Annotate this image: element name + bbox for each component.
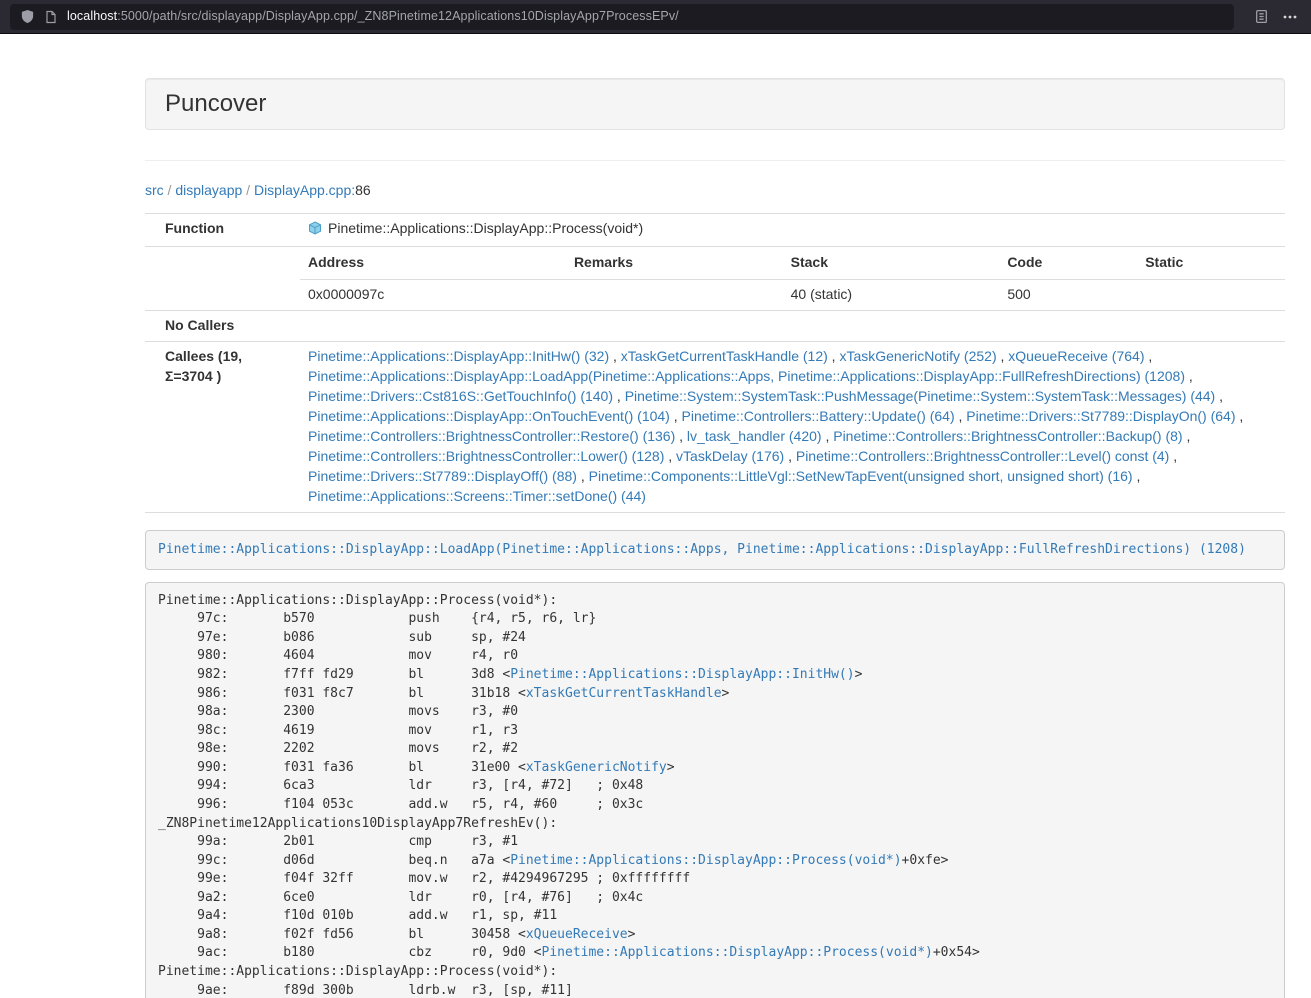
assembly-symbol-link[interactable]: Pinetime::Applications::DisplayApp::Proc… [510, 853, 901, 868]
page-icon [44, 10, 58, 24]
callee-separator: , [1215, 388, 1223, 404]
url-host: localhost [67, 9, 117, 23]
assembly-symbol-link[interactable]: Pinetime::Applications::DisplayApp::Proc… [542, 945, 933, 960]
symbol-value-address: 0x0000097c [300, 279, 566, 309]
callee-separator: , [670, 408, 682, 424]
callee-link[interactable]: Pinetime::Controllers::BrightnessControl… [308, 448, 664, 464]
url-path: :5000/path/src/displayapp/DisplayApp.cpp… [117, 9, 679, 23]
callee-separator: , [613, 388, 625, 404]
function-row-label: Function [145, 213, 300, 246]
callee-link[interactable]: Pinetime::Drivers::St7789::DisplayOn() (… [966, 408, 1235, 424]
callees-cell: Pinetime::Applications::DisplayApp::Init… [300, 341, 1285, 512]
callee-link[interactable]: Pinetime::Applications::Screens::Timer::… [308, 488, 646, 504]
app-title: Puncover [165, 90, 266, 117]
callee-separator: , [1144, 348, 1152, 364]
column-header-stack: Stack [783, 247, 1000, 279]
callee-separator: , [1236, 408, 1244, 424]
tracking-shield-icon[interactable] [20, 9, 35, 24]
column-header-remarks: Remarks [566, 247, 783, 279]
app-title-panel: Puncover [145, 78, 1285, 130]
symbol-stats-label [145, 246, 300, 310]
symbol-columns-row: AddressRemarksStackCodeStatic [300, 247, 1285, 279]
assembly-code: Pinetime::Applications::DisplayApp::Proc… [145, 582, 1285, 998]
function-type-icon [308, 221, 322, 241]
symbol-stats-row: AddressRemarksStackCodeStatic 0x0000097c… [145, 246, 1285, 310]
callee-separator: , [1169, 448, 1177, 464]
callee-link[interactable]: xTaskGetCurrentTaskHandle (12) [621, 348, 828, 364]
callee-link[interactable]: lv_task_handler (420) [687, 428, 822, 444]
callee-separator: , [1133, 468, 1141, 484]
breadcrumb-link[interactable]: displayapp [175, 182, 242, 198]
symbol-value-static [1137, 279, 1285, 309]
function-row: Function Pinetime::Applications::Display… [145, 213, 1285, 246]
breadcrumb-link[interactable]: DisplayApp.cpp: [254, 182, 355, 198]
breadcrumb-line-number: 86 [355, 182, 371, 198]
highlighted-symbol-box: Pinetime::Applications::DisplayApp::Load… [145, 530, 1285, 570]
assembly-symbol-link[interactable]: xQueueReceive [526, 927, 628, 942]
callee-link[interactable]: Pinetime::Components::LittleVgl::SetNewT… [589, 468, 1133, 484]
no-callers-label: No Callers [145, 310, 300, 341]
callee-separator: , [1183, 428, 1191, 444]
breadcrumb-separator: / [242, 182, 254, 198]
callers-row: No Callers [145, 310, 1285, 341]
assembly-symbol-link[interactable]: Pinetime::Applications::DisplayApp::Init… [510, 667, 854, 682]
callee-separator: , [828, 348, 840, 364]
symbol-stats-table: AddressRemarksStackCodeStatic 0x0000097c… [300, 247, 1285, 310]
symbol-values-row: 0x0000097c 40 (static)500 [300, 279, 1285, 309]
callees-list: Pinetime::Applications::DisplayApp::Init… [308, 347, 1277, 507]
callers-cell [300, 310, 1285, 341]
callee-separator: , [577, 468, 589, 484]
browser-toolbar: localhost:5000/path/src/displayapp/Displ… [0, 0, 1311, 34]
callee-link[interactable]: xTaskGenericNotify (252) [839, 348, 996, 364]
callee-link[interactable]: vTaskDelay (176) [676, 448, 784, 464]
callee-link[interactable]: Pinetime::Applications::DisplayApp::Load… [308, 368, 1185, 384]
callee-separator: , [609, 348, 621, 364]
symbol-stats-cell: AddressRemarksStackCodeStatic 0x0000097c… [300, 246, 1285, 310]
callee-link[interactable]: Pinetime::Drivers::Cst816S::GetTouchInfo… [308, 388, 613, 404]
function-name: Pinetime::Applications::DisplayApp::Proc… [328, 220, 643, 236]
callee-separator: , [664, 448, 676, 464]
assembly-symbol-link[interactable]: xTaskGenericNotify [526, 760, 667, 775]
breadcrumb: src / displayapp / DisplayApp.cpp:86 [145, 181, 1285, 201]
column-header-address: Address [300, 247, 566, 279]
callee-link[interactable]: Pinetime::System::SystemTask::PushMessag… [625, 388, 1216, 404]
callee-separator: , [675, 428, 687, 444]
assembly-symbol-link[interactable]: xTaskGetCurrentTaskHandle [526, 686, 722, 701]
divider [145, 160, 1285, 161]
reader-view-icon[interactable] [1251, 6, 1272, 27]
callee-link[interactable]: Pinetime::Controllers::BrightnessControl… [308, 428, 675, 444]
url-bar[interactable]: localhost:5000/path/src/displayapp/Displ… [10, 4, 1234, 30]
page-container: Puncover src / displayapp / DisplayApp.c… [145, 34, 1285, 998]
callee-link[interactable]: Pinetime::Controllers::BrightnessControl… [796, 448, 1169, 464]
page-actions-menu-icon[interactable] [1279, 6, 1301, 28]
symbol-value-remarks [566, 279, 783, 309]
function-name-cell: Pinetime::Applications::DisplayApp::Proc… [300, 213, 1285, 246]
callee-separator: , [997, 348, 1009, 364]
callee-separator: , [955, 408, 967, 424]
callee-separator: , [822, 428, 834, 444]
callees-row: Callees (19, Σ=3704 ) Pinetime::Applicat… [145, 341, 1285, 512]
symbol-table: Function Pinetime::Applications::Display… [145, 213, 1285, 513]
callee-separator: , [1185, 368, 1193, 384]
callee-separator: , [784, 448, 796, 464]
column-header-static: Static [1137, 247, 1285, 279]
callees-label: Callees (19, Σ=3704 ) [145, 341, 300, 512]
url-text: localhost:5000/path/src/displayapp/Displ… [67, 8, 679, 26]
symbol-value-code: 500 [999, 279, 1137, 309]
callee-link[interactable]: Pinetime::Drivers::St7789::DisplayOff() … [308, 468, 577, 484]
breadcrumb-separator: / [164, 182, 176, 198]
highlighted-symbol-link[interactable]: Pinetime::Applications::DisplayApp::Load… [158, 542, 1246, 557]
breadcrumb-link[interactable]: src [145, 182, 164, 198]
callee-link[interactable]: Pinetime::Controllers::Battery::Update()… [682, 408, 955, 424]
callee-link[interactable]: xQueueReceive (764) [1008, 348, 1144, 364]
column-header-code: Code [999, 247, 1137, 279]
callee-link[interactable]: Pinetime::Applications::DisplayApp::OnTo… [308, 408, 670, 424]
callee-link[interactable]: Pinetime::Controllers::BrightnessControl… [833, 428, 1182, 444]
callee-link[interactable]: Pinetime::Applications::DisplayApp::Init… [308, 348, 609, 364]
symbol-value-stack: 40 (static) [783, 279, 1000, 309]
